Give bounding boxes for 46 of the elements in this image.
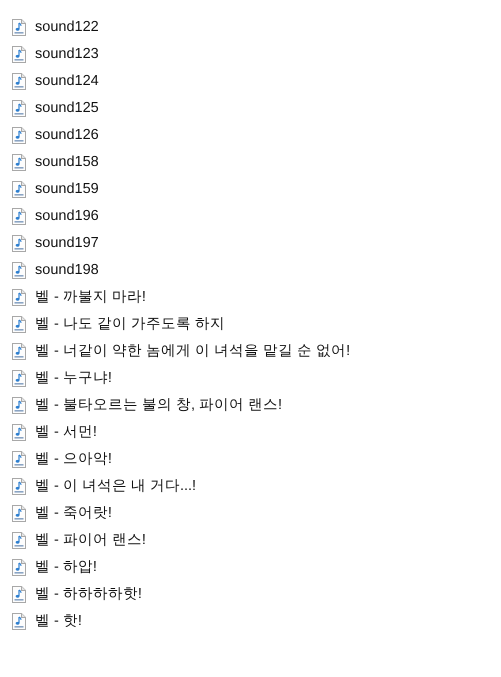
file-name[interactable]: 벨 - 으아악! bbox=[35, 448, 112, 470]
audio-file-icon bbox=[12, 532, 26, 549]
audio-file-icon bbox=[12, 559, 26, 576]
audio-file-icon bbox=[12, 586, 26, 603]
audio-file-icon bbox=[12, 289, 26, 306]
file-name[interactable]: sound122 bbox=[35, 16, 99, 38]
file-name[interactable]: sound126 bbox=[35, 124, 99, 146]
file-name[interactable]: 벨 - 하압! bbox=[35, 556, 97, 578]
file-name[interactable]: sound123 bbox=[35, 44, 99, 66]
audio-file-icon bbox=[12, 505, 26, 522]
audio-file-icon bbox=[12, 19, 26, 36]
file-name[interactable]: 벨 - 누구냐! bbox=[35, 368, 112, 390]
file-name[interactable]: 벨 - 이 녀석은 내 거다...! bbox=[35, 476, 196, 498]
audio-file-icon bbox=[12, 397, 26, 414]
audio-file-icon bbox=[12, 262, 26, 279]
file-name[interactable]: sound197 bbox=[35, 232, 99, 254]
audio-file-icon bbox=[12, 73, 26, 90]
file-name[interactable]: sound198 bbox=[35, 260, 99, 282]
audio-file-icon bbox=[12, 127, 26, 144]
file-name[interactable]: sound125 bbox=[35, 98, 99, 120]
file-name[interactable]: 벨 - 죽어랏! bbox=[35, 502, 112, 524]
file-name[interactable]: 벨 - 불타오르는 불의 창, 파이어 랜스! bbox=[35, 394, 282, 416]
audio-file-icon bbox=[12, 154, 26, 171]
file-name[interactable]: sound159 bbox=[35, 178, 99, 200]
file-name[interactable]: sound158 bbox=[35, 152, 99, 174]
audio-file-icon bbox=[12, 478, 26, 495]
file-name[interactable]: 벨 - 까불지 마라! bbox=[35, 286, 146, 308]
file-name[interactable]: 벨 - 파이어 랜스! bbox=[35, 530, 146, 552]
audio-file-icon bbox=[12, 343, 26, 360]
file-name[interactable]: 벨 - 나도 같이 가주도록 하지 bbox=[35, 314, 225, 336]
audio-file-icon bbox=[12, 235, 26, 252]
audio-file-icon bbox=[12, 451, 26, 468]
audio-file-icon bbox=[12, 613, 26, 630]
file-name[interactable]: 벨 - 서먼! bbox=[35, 422, 97, 444]
audio-file-icon bbox=[12, 370, 26, 387]
file-name[interactable]: 벨 - 너같이 약한 놈에게 이 녀석을 맡길 순 없어! bbox=[35, 340, 350, 362]
file-name[interactable]: 벨 - 하하하하핫! bbox=[35, 584, 142, 606]
audio-file-icon bbox=[12, 46, 26, 63]
file-name[interactable]: sound124 bbox=[35, 70, 99, 92]
file-name[interactable]: sound196 bbox=[35, 206, 99, 228]
audio-file-icon bbox=[12, 208, 26, 225]
file-name[interactable]: 벨 - 핫! bbox=[35, 610, 82, 632]
audio-file-icon bbox=[12, 100, 26, 117]
audio-file-icon bbox=[12, 316, 26, 333]
audio-file-icon bbox=[12, 424, 26, 441]
audio-file-icon bbox=[12, 181, 26, 198]
